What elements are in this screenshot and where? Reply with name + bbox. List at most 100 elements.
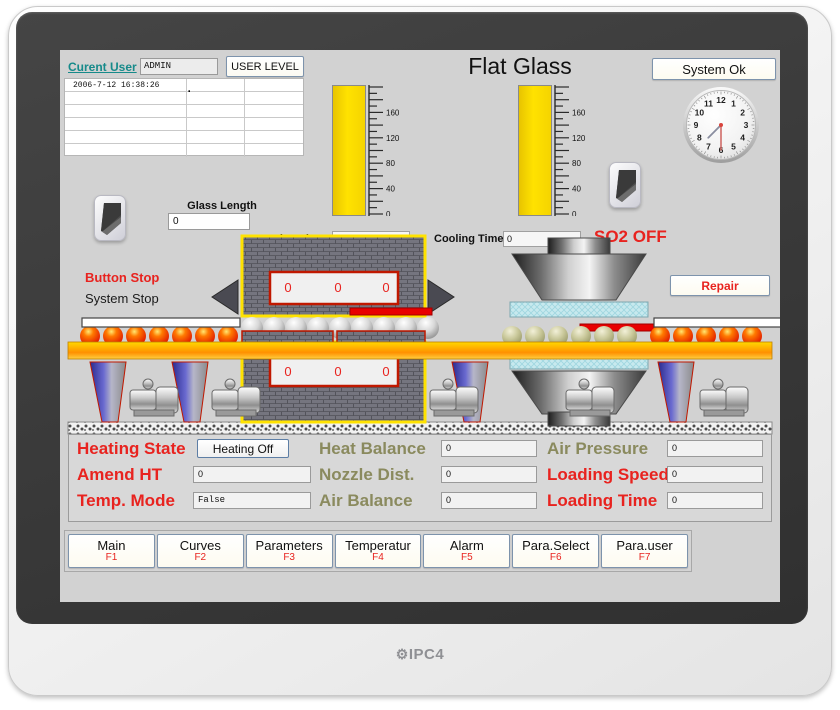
loading-speed-label: Loading Speed [547, 465, 669, 484]
table-row[interactable]: 2006-7-12 16:38:26 . [65, 79, 303, 96]
user-bar: Curent User ADMIN USER LEVEL [64, 56, 308, 78]
svg-text:40: 40 [386, 185, 395, 194]
fkey-label: Para.user [616, 537, 673, 553]
log-col-2 [187, 144, 245, 157]
svg-text:160: 160 [572, 108, 586, 117]
fkey-temperature[interactable]: Temperatur F4 [334, 534, 422, 568]
log-timestamp [65, 144, 187, 157]
svg-text:3: 3 [744, 120, 749, 130]
table-row[interactable] [65, 105, 303, 118]
svg-text:160: 160 [386, 108, 400, 117]
log-col-2: . [187, 79, 245, 96]
svg-text:40: 40 [572, 185, 581, 194]
fkey-parameters[interactable]: Parameters F3 [245, 534, 333, 568]
status-badge[interactable]: System Ok [652, 58, 776, 80]
so2-switch[interactable] [609, 162, 641, 208]
fkey-shortcut: F5 [461, 552, 473, 564]
air-pressure-input[interactable]: 0 [667, 440, 763, 457]
log-timestamp [65, 131, 187, 143]
cooling-temperature-gauge: 0 40 80 120 160 [518, 85, 596, 219]
air-pressure-label: Air Pressure [547, 439, 649, 458]
fkey-para-select[interactable]: Para.Select F6 [512, 534, 600, 568]
hmi-screen: Flat Glass System Ok Curent User ADMIN U… [60, 50, 780, 602]
svg-text:10: 10 [695, 108, 705, 118]
log-col-3 [245, 131, 303, 143]
nozzle-dist-label: Nozzle Dist. [319, 465, 415, 484]
fkey-label: Temperatur [345, 537, 411, 553]
plant-diagram: 0 0 0 0 0 0 [60, 232, 780, 437]
temp-mode-label: Temp. Mode [77, 491, 175, 510]
log-col-2 [187, 131, 245, 143]
furnace-readout-bottom-2: 0 [334, 364, 341, 379]
svg-text:2: 2 [740, 108, 745, 118]
gauge-2-fill [518, 85, 552, 216]
fkey-shortcut: F7 [638, 552, 651, 564]
status-badge-label: System Ok [682, 61, 746, 77]
log-timestamp: 2006-7-12 16:38:26 [65, 79, 187, 91]
fkey-alarm[interactable]: Alarm F5 [423, 534, 511, 568]
heat-balance-label: Heat Balance [319, 439, 426, 458]
function-key-bar: Main F1 Curves F2 Parameters F3 Temperat… [64, 530, 692, 572]
fkey-label: Parameters [255, 537, 323, 553]
fkey-para-user[interactable]: Para.user F7 [601, 534, 689, 568]
current-user-link[interactable]: Curent User [68, 60, 137, 74]
log-col-3 [245, 79, 303, 91]
fkey-main[interactable]: Main F1 [68, 534, 155, 568]
current-user-value[interactable]: ADMIN [140, 58, 218, 75]
heating-state-label: Heating State [77, 439, 186, 458]
loading-time-input[interactable]: 0 [667, 492, 763, 509]
gear-logo-icon: ⚙ [395, 646, 409, 662]
svg-text:4: 4 [740, 133, 745, 143]
user-level-label: USER LEVEL [231, 60, 299, 73]
event-log-table[interactable]: 2006-7-12 16:38:26 . [64, 78, 304, 157]
nozzle-dist-input[interactable]: 0 [441, 466, 537, 483]
log-timestamp [65, 118, 187, 130]
log-col-3 [245, 92, 303, 104]
furnace-readout-top-2: 0 [334, 280, 341, 295]
furnace-readout-top-1: 0 [284, 280, 291, 295]
svg-text:120: 120 [572, 134, 586, 143]
log-col-3 [245, 118, 303, 130]
svg-text:7: 7 [706, 142, 711, 152]
pump-motor-group [129, 378, 749, 417]
svg-text:5: 5 [731, 142, 736, 152]
svg-text:120: 120 [386, 134, 400, 143]
svg-text:80: 80 [386, 159, 395, 168]
log-col-3 [245, 144, 303, 157]
heat-balance-input[interactable]: 0 [441, 440, 537, 457]
table-row[interactable] [65, 92, 303, 105]
fkey-label: Alarm [449, 537, 484, 553]
user-level-button[interactable]: USER LEVEL [226, 56, 304, 77]
fkey-label: Curves [179, 537, 221, 553]
temp-mode-input[interactable]: False [193, 492, 311, 509]
table-row[interactable] [65, 131, 303, 144]
table-row[interactable] [65, 118, 303, 131]
amend-ht-input[interactable]: 0 [193, 466, 311, 483]
log-col-3 [245, 105, 303, 117]
gauge-1-fill [332, 85, 366, 216]
fkey-curves[interactable]: Curves F2 [156, 534, 244, 568]
furnace-readout-top-3: 0 [382, 280, 389, 295]
page-title: Flat Glass [468, 53, 572, 79]
brand-name: IPC4 [408, 646, 445, 663]
fkey-label: Main [97, 537, 126, 553]
log-col-2 [187, 105, 245, 117]
fkey-shortcut: F4 [372, 552, 384, 564]
air-balance-input[interactable]: 0 [441, 492, 537, 509]
svg-text:9: 9 [694, 120, 699, 130]
log-col-2 [187, 92, 245, 104]
air-balance-label: Air Balance [319, 491, 413, 510]
fkey-shortcut: F2 [194, 552, 207, 564]
svg-text:0: 0 [572, 210, 577, 216]
loading-time-label: Loading Time [547, 491, 658, 510]
conveyor-beam [67, 341, 773, 360]
fkey-shortcut: F1 [105, 552, 118, 564]
switch-lever-icon [615, 168, 637, 204]
glass-length-input[interactable]: 0 [168, 213, 250, 230]
loading-speed-input[interactable]: 0 [667, 466, 763, 483]
glass-sheet-right [653, 317, 780, 328]
table-row[interactable] [65, 144, 303, 157]
svg-text:80: 80 [572, 159, 581, 168]
log-col-2 [187, 118, 245, 130]
heating-state-button[interactable]: Heating Off [197, 439, 289, 458]
